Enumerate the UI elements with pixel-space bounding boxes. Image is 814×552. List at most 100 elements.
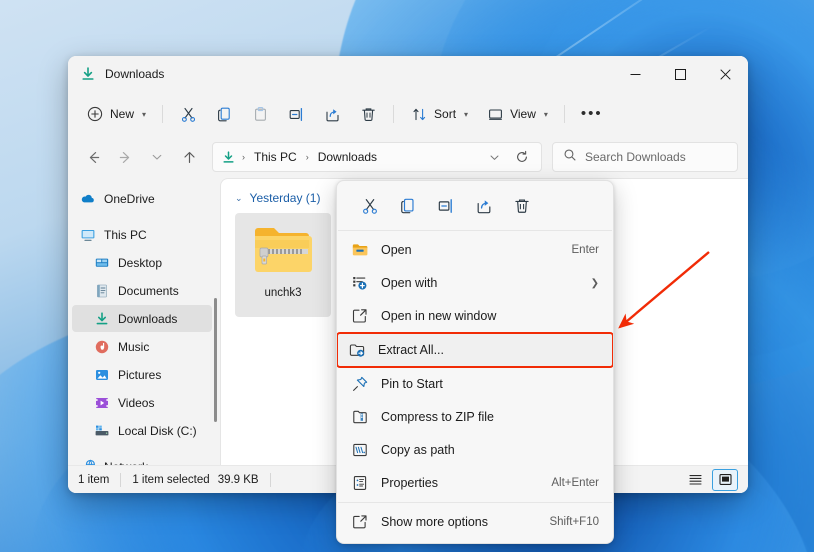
window-title: Downloads (105, 67, 164, 81)
status-size: 39.9 KB (218, 474, 259, 486)
sidebar-item-pictures[interactable]: Pictures (72, 361, 212, 388)
up-button[interactable] (174, 142, 204, 172)
view-toggles (682, 469, 738, 491)
see-more-button[interactable]: ••• (573, 98, 611, 130)
delete-button[interactable] (351, 98, 385, 130)
folder-open-icon (351, 241, 369, 259)
back-button[interactable] (78, 142, 108, 172)
properties-icon (351, 474, 369, 492)
sidebar-item-local-disk-c[interactable]: Local Disk (C:) (72, 417, 212, 444)
cut-button[interactable] (171, 98, 205, 130)
chevron-down-icon[interactable] (481, 144, 507, 170)
share-button[interactable] (315, 98, 349, 130)
paste-button[interactable] (243, 98, 277, 130)
breadcrumb-this-pc[interactable]: This PC (250, 148, 301, 166)
status-selection: 1 item selected (132, 474, 209, 486)
sort-label: Sort (434, 107, 456, 121)
videos-icon (94, 395, 110, 411)
context-item-label: Open (381, 243, 412, 257)
chevron-down-icon: ▾ (142, 110, 146, 119)
share-icon (323, 105, 341, 123)
breadcrumb-downloads[interactable]: Downloads (314, 148, 381, 166)
divider (393, 105, 394, 123)
address-bar-row: › This PC › Downloads Search Down (68, 136, 748, 178)
sidebar-item-desktop[interactable]: Desktop (72, 249, 212, 276)
downloads-icon (219, 148, 237, 166)
rename-icon (287, 105, 305, 123)
close-button[interactable] (703, 56, 748, 92)
scissors-icon (179, 105, 197, 123)
recent-locations-button[interactable] (142, 142, 172, 172)
chevron-down-icon: ▾ (544, 110, 548, 119)
context-item-extract-all[interactable]: Extract All... (338, 334, 612, 366)
sidebar-item-label: Music (118, 340, 149, 354)
context-item-properties[interactable]: Properties Alt+Enter (341, 467, 609, 499)
extract-all-icon (348, 341, 366, 359)
large-icons-view-icon[interactable] (712, 469, 738, 491)
sidebar-item-network[interactable]: Network (72, 453, 212, 465)
chevron-down-icon[interactable]: ⌄ (235, 193, 243, 204)
search-placeholder: Search Downloads (585, 150, 686, 164)
context-item-open[interactable]: Open Enter (341, 234, 609, 266)
new-button[interactable]: New ▾ (78, 98, 154, 130)
new-window-icon (351, 307, 369, 325)
rename-button[interactable] (279, 98, 313, 130)
context-item-open-in-new-window[interactable]: Open in new window (341, 300, 609, 332)
divider (120, 473, 121, 487)
sidebar-item-onedrive[interactable]: OneDrive (72, 185, 212, 212)
breadcrumb-separator: › (306, 152, 309, 162)
forward-button[interactable] (110, 142, 140, 172)
address-bar-actions (481, 144, 535, 170)
search-icon (563, 148, 577, 167)
context-item-open-with[interactable]: Open with ❯ (341, 267, 609, 299)
copy-button[interactable] (389, 190, 427, 222)
sidebar-item-downloads[interactable]: Downloads (72, 305, 212, 332)
network-icon (80, 459, 96, 466)
refresh-icon[interactable] (509, 144, 535, 170)
minimize-button[interactable] (613, 56, 658, 92)
sidebar-item-label: OneDrive (104, 192, 155, 206)
ellipsis-icon: ••• (581, 109, 603, 119)
divider (564, 105, 565, 123)
file-item-unchk3[interactable]: unchk3 (235, 213, 331, 317)
navigation-pane-scrollbar[interactable] (214, 298, 217, 422)
cut-button[interactable] (351, 190, 389, 222)
show-more-icon (351, 513, 369, 531)
share-button[interactable] (465, 190, 503, 222)
onedrive-cloud-icon (80, 191, 96, 207)
open-with-icon (351, 274, 369, 292)
list-view-icon[interactable] (682, 469, 708, 491)
monitor-icon (80, 227, 96, 243)
context-item-label: Properties (381, 476, 438, 490)
context-item-accelerator: Alt+Enter (551, 477, 599, 489)
context-item-show-more-options[interactable]: Show more options Shift+F10 (341, 506, 609, 538)
search-input[interactable]: Search Downloads (552, 142, 738, 172)
sidebar-item-music[interactable]: Music (72, 333, 212, 360)
window-controls (613, 56, 748, 92)
delete-button[interactable] (503, 190, 541, 222)
context-item-compress-to-zip[interactable]: Compress to ZIP file (341, 401, 609, 433)
context-menu: Open Enter Open with ❯ Open in new windo… (336, 180, 614, 544)
pictures-icon (94, 367, 110, 383)
divider (162, 105, 163, 123)
divider (270, 473, 271, 487)
context-item-pin-to-start[interactable]: Pin to Start (341, 368, 609, 400)
context-item-copy-as-path[interactable]: Copy as path (341, 434, 609, 466)
new-label: New (110, 107, 134, 121)
address-bar[interactable]: › This PC › Downloads (212, 142, 542, 172)
copy-button[interactable] (207, 98, 241, 130)
view-button[interactable]: View ▾ (478, 98, 556, 130)
sidebar-item-label: This PC (104, 228, 147, 242)
sidebar-item-documents[interactable]: Documents (72, 277, 212, 304)
sidebar-item-videos[interactable]: Videos (72, 389, 212, 416)
maximize-button[interactable] (658, 56, 703, 92)
rename-button[interactable] (427, 190, 465, 222)
trash-icon (359, 105, 377, 123)
sort-button[interactable]: Sort ▾ (402, 98, 476, 130)
context-menu-icon-row (337, 185, 613, 227)
context-item-label: Copy as path (381, 443, 455, 457)
monitor-icon (486, 105, 504, 123)
downloads-icon (94, 311, 110, 327)
context-item-accelerator: Shift+F10 (549, 516, 599, 528)
sidebar-item-this-pc[interactable]: This PC (72, 221, 212, 248)
